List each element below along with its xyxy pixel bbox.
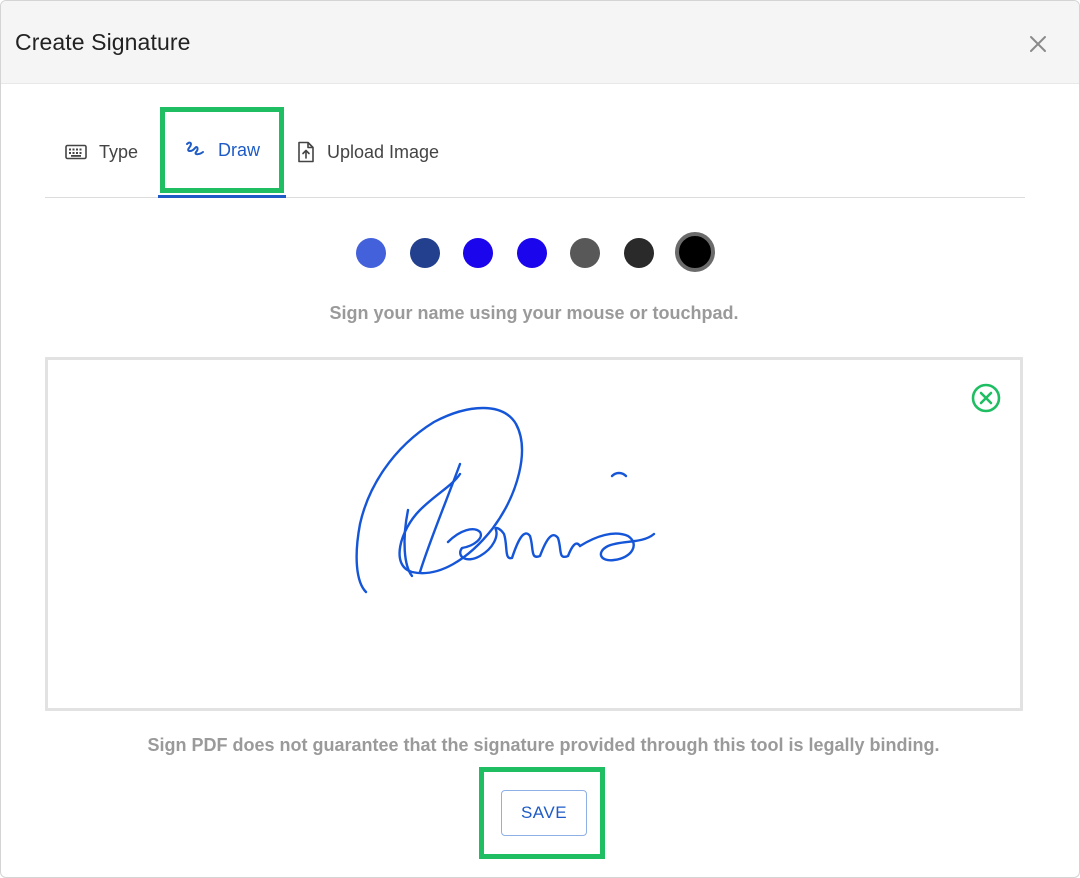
tab-draw-label: Draw bbox=[217, 139, 260, 160]
draw-instruction: Sign your name using your mouse or touch… bbox=[329, 303, 739, 323]
signature-mode-tabs: Type Draw Upload Image bbox=[45, 107, 1025, 198]
active-tab-indicator bbox=[158, 195, 286, 198]
keyboard-icon bbox=[65, 144, 87, 160]
signature-drawing bbox=[355, 406, 656, 594]
draw-signature-icon bbox=[184, 140, 206, 160]
color-swatch-bright-blue[interactable] bbox=[517, 238, 547, 268]
tab-upload-image-label: Upload Image bbox=[327, 141, 440, 162]
color-swatch-gray[interactable] bbox=[570, 238, 600, 268]
dialog-title: Create Signature bbox=[15, 29, 191, 55]
color-swatch-blue[interactable] bbox=[463, 238, 493, 268]
close-button[interactable] bbox=[1021, 27, 1055, 61]
color-swatch-navy[interactable] bbox=[410, 238, 440, 268]
save-button[interactable]: SAVE bbox=[501, 790, 587, 836]
tab-draw[interactable]: Draw bbox=[160, 107, 284, 193]
clear-signature-button[interactable] bbox=[970, 382, 1002, 414]
file-upload-icon bbox=[297, 141, 315, 163]
tab-type-label: Type bbox=[99, 141, 139, 162]
signature-pad[interactable] bbox=[45, 357, 1023, 711]
legal-disclaimer: Sign PDF does not guarantee that the sig… bbox=[147, 735, 940, 755]
create-signature-dialog: Create Signature Type Draw Upload Image … bbox=[0, 0, 1080, 878]
close-icon bbox=[1030, 36, 1046, 52]
clear-circle-x-icon bbox=[971, 383, 1001, 413]
color-swatch-dark-gray[interactable] bbox=[624, 238, 654, 268]
pen-color-picker bbox=[1, 231, 1079, 275]
tab-type[interactable]: Type bbox=[65, 107, 138, 197]
tab-upload-image[interactable]: Upload Image bbox=[297, 107, 439, 197]
color-swatch-royal-blue[interactable] bbox=[356, 238, 386, 268]
color-swatch-black[interactable] bbox=[675, 232, 715, 272]
dialog-header: Create Signature bbox=[1, 1, 1079, 84]
